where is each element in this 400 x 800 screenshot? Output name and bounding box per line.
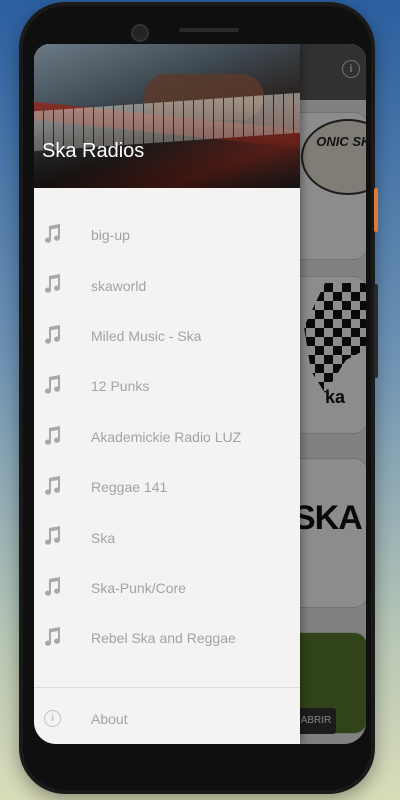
music-note-icon [45,526,61,546]
music-note-icon [45,627,61,646]
music-note-icon [45,425,61,445]
music-note-icon [45,576,61,596]
music-note-icon [45,224,61,243]
menu-item[interactable]: Akademickie Radio LUZ [34,412,300,462]
drawer-header: Ska Radios [34,44,300,188]
station-menu-list[interactable]: big-up skaworld Miled Music - Ska 12 Pun… [34,210,300,684]
menu-item-label: Ska-Punk/Core [91,579,186,596]
menu-item-label: Rebel Ska and Reggae [91,630,236,647]
drawer-divider [34,687,300,688]
menu-item-label: Reggae 141 [91,479,168,496]
menu-item[interactable]: Ska [34,512,300,562]
power-button [374,188,378,232]
front-camera [131,24,149,42]
earpiece-speaker [179,28,239,32]
menu-item-label: 12 Punks [91,378,150,395]
app-screen: i ONIC SKA ka SKA ABRIR Ska Radios big-u… [34,44,366,744]
menu-item[interactable]: skaworld [34,260,300,310]
menu-item-label: Miled Music - Ska [91,327,202,344]
menu-item[interactable]: Miled Music - Ska [34,311,300,361]
info-icon: i [44,710,61,727]
navigation-drawer: Ska Radios big-up skaworld Miled Music -… [34,44,300,744]
music-note-icon [45,324,61,344]
menu-item[interactable]: big-up [34,210,300,260]
header-shade [34,44,300,188]
menu-item[interactable]: Reggae 141 [34,462,300,512]
music-note-icon [45,375,61,394]
about-menu-item[interactable]: i About [34,700,300,740]
volume-button [374,284,378,378]
menu-item-label: Akademickie Radio LUZ [91,428,242,445]
music-note-icon [45,475,61,495]
drawer-title: Ska Radios [42,140,145,162]
music-note-icon [45,274,61,294]
menu-item[interactable]: Rebel Ska and Reggae [34,613,300,663]
menu-item[interactable]: 12 Punks [34,361,300,411]
about-label: About [91,711,128,727]
menu-item[interactable]: Ska-Punk/Core [34,563,300,613]
menu-item-label: Ska [91,529,116,546]
menu-item-label: big-up [91,227,130,244]
menu-item-label: skaworld [91,277,147,294]
